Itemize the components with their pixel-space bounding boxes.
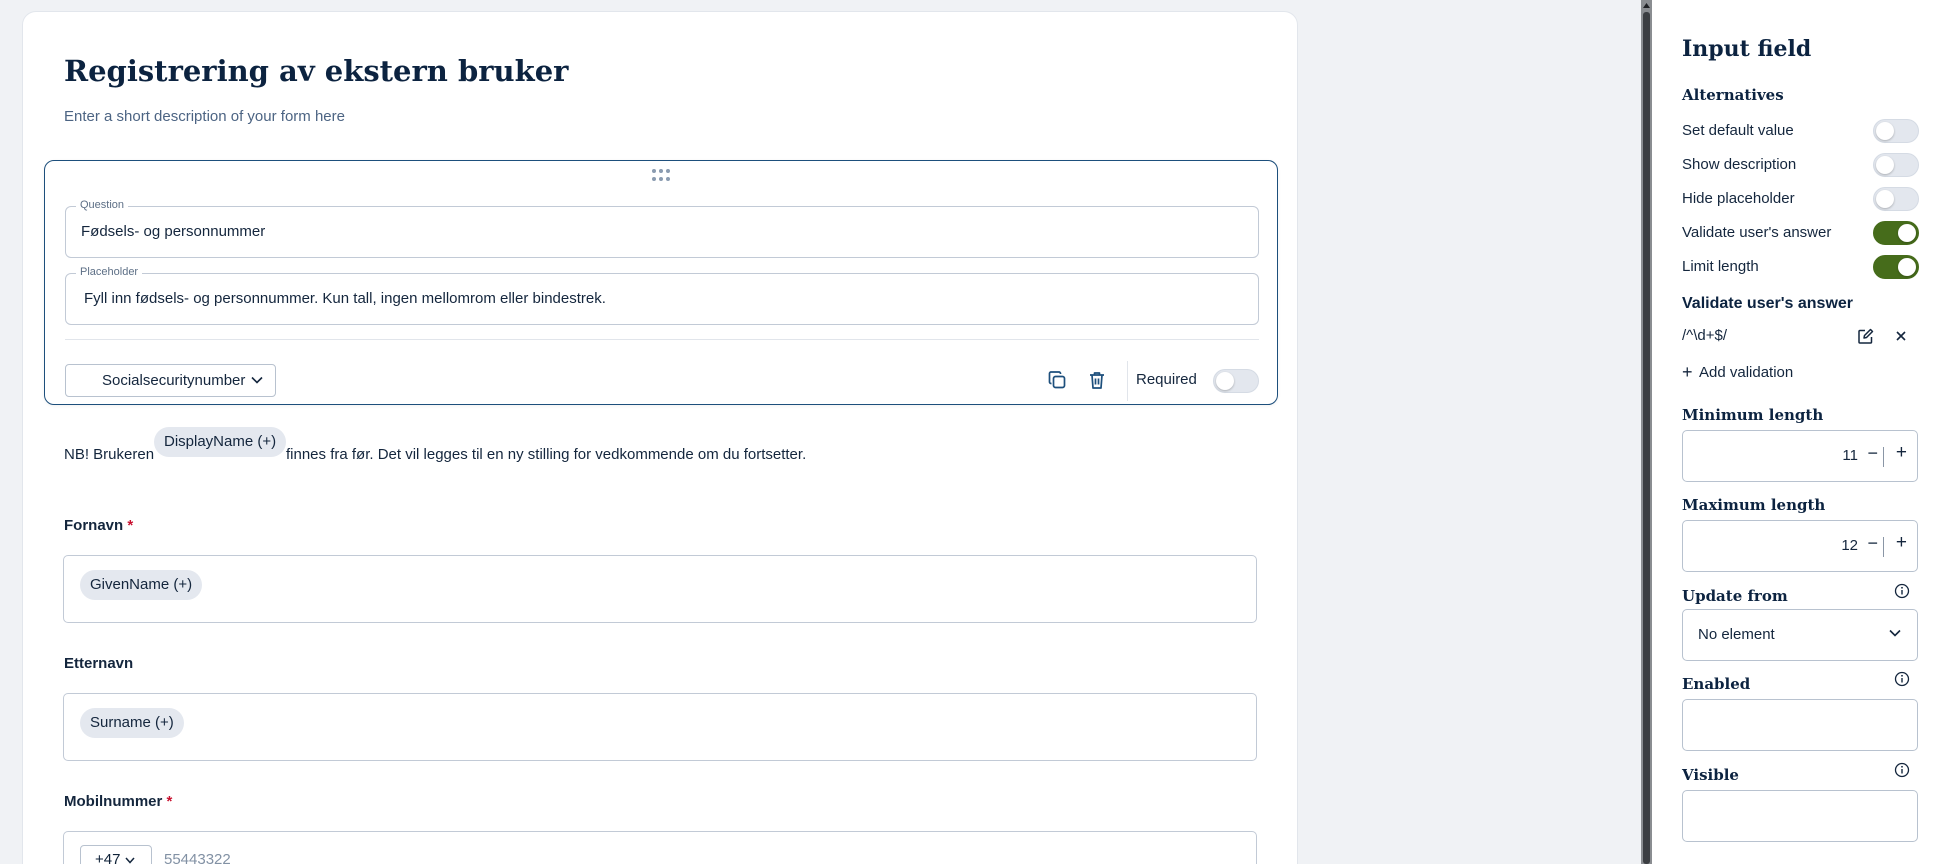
min-length-stepper[interactable]: 11 − + — [1682, 430, 1918, 482]
chevron-down-icon — [251, 376, 263, 384]
hide-placeholder-toggle[interactable] — [1873, 187, 1919, 211]
decrement-button[interactable]: − — [1867, 533, 1878, 554]
toggle-knob — [1216, 372, 1234, 390]
toolbar-divider — [1127, 361, 1128, 401]
toggle-knob — [1898, 258, 1916, 276]
notice-prefix: NB! Brukeren — [64, 446, 155, 463]
field-label-text: Etternavn — [64, 655, 134, 672]
form-description[interactable]: Enter a short description of your form h… — [64, 108, 345, 125]
edit-icon[interactable] — [1857, 328, 1874, 345]
info-icon[interactable] — [1894, 583, 1910, 599]
info-icon[interactable] — [1894, 671, 1910, 687]
toggle-knob — [1876, 122, 1894, 140]
country-code-select[interactable]: +47 — [80, 845, 152, 864]
update-from-value: No element — [1698, 626, 1775, 643]
decrement-button[interactable]: − — [1867, 443, 1878, 464]
form-title[interactable]: Registrering av ekstern bruker — [64, 54, 568, 88]
scroll-up-icon[interactable] — [1641, 0, 1652, 10]
placeholder-field[interactable]: Placeholder Fyll inn fødsels- og personn… — [65, 266, 1259, 325]
question-editor[interactable]: Question Fødsels- og personnummer Placeh… — [44, 160, 1278, 405]
field-label-text: Mobilnummer — [64, 793, 163, 810]
notice-suffix: finnes fra før. Det vil legges til en ny… — [286, 446, 807, 463]
etternavn-field[interactable]: Surname (+) — [63, 693, 1257, 761]
fornavn-field[interactable]: GivenName (+) — [63, 555, 1257, 623]
chevron-down-icon — [125, 857, 135, 864]
limit-length-toggle[interactable] — [1873, 255, 1919, 279]
duplicate-icon[interactable] — [1045, 368, 1069, 392]
stepper-divider — [1883, 447, 1884, 467]
editor-divider — [65, 339, 1259, 340]
drag-handle-icon[interactable] — [652, 169, 672, 183]
field-label-text: Fornavn — [64, 517, 124, 534]
option-label: Hide placeholder — [1682, 190, 1795, 207]
option-label: Limit length — [1682, 258, 1759, 275]
field-label-mobilnummer: Mobilnummer * — [64, 793, 172, 810]
field-label-etternavn: Etternavn — [64, 655, 133, 672]
min-length-value[interactable]: 11 — [1842, 447, 1858, 464]
close-icon[interactable] — [1895, 330, 1907, 342]
country-code-value: +47 — [95, 851, 121, 864]
stepper-divider — [1883, 537, 1884, 557]
question-value[interactable]: Fødsels- og personnummer — [81, 223, 265, 240]
required-toggle[interactable] — [1213, 369, 1259, 393]
alternatives-heading: Alternatives — [1682, 86, 1784, 104]
mobilnummer-field[interactable]: +47 55443322 — [63, 831, 1257, 864]
option-label: Validate user's answer — [1682, 224, 1832, 241]
field-label-fornavn: Fornavn * — [64, 517, 133, 534]
enabled-condition-field[interactable] — [1682, 699, 1918, 751]
update-from-label: Update from — [1682, 587, 1788, 605]
required-star: * — [127, 517, 134, 534]
trash-icon[interactable] — [1085, 368, 1109, 392]
min-length-label: Minimum length — [1682, 406, 1824, 424]
given-name-chip[interactable]: GivenName (+) — [80, 570, 203, 600]
chevron-down-icon — [1889, 629, 1901, 637]
validation-regex: /^\d+$/ — [1682, 327, 1727, 344]
max-length-label: Maximum length — [1682, 496, 1826, 514]
input-type-value: Socialsecuritynumber — [102, 372, 246, 389]
visible-condition-field[interactable] — [1682, 790, 1918, 842]
toggle-knob — [1898, 224, 1916, 242]
update-from-select[interactable]: No element — [1682, 609, 1918, 661]
visible-label: Visible — [1682, 766, 1739, 784]
increment-button[interactable]: + — [1896, 532, 1907, 554]
toggle-knob — [1876, 156, 1894, 174]
placeholder-legend: Placeholder — [76, 266, 143, 278]
question-legend: Question — [76, 199, 129, 211]
add-validation-button[interactable]: Add validation — [1699, 364, 1793, 381]
properties-panel: Input field Alternatives Set default val… — [1652, 0, 1934, 864]
required-label: Required — [1136, 371, 1197, 388]
scrollbar-thumb[interactable] — [1643, 12, 1650, 864]
option-label: Show description — [1682, 156, 1797, 173]
max-length-stepper[interactable]: 12 − + — [1682, 520, 1918, 572]
enabled-label: Enabled — [1682, 675, 1751, 693]
required-star: * — [166, 793, 173, 810]
validate-answer-toggle[interactable] — [1873, 221, 1919, 245]
option-label: Set default value — [1682, 122, 1794, 139]
phone-placeholder: 55443322 — [164, 851, 231, 864]
input-type-select[interactable]: Socialsecuritynumber — [65, 364, 276, 397]
toggle-knob — [1876, 190, 1894, 208]
question-field[interactable]: Question Fødsels- og personnummer — [65, 199, 1259, 258]
surname-chip[interactable]: Surname (+) — [80, 708, 184, 738]
max-length-value[interactable]: 12 — [1841, 537, 1858, 554]
display-name-chip[interactable]: DisplayName (+) — [154, 427, 287, 457]
set-default-value-toggle[interactable] — [1873, 119, 1919, 143]
plus-icon[interactable]: + — [1682, 362, 1693, 383]
increment-button[interactable]: + — [1896, 442, 1907, 464]
show-description-toggle[interactable] — [1873, 153, 1919, 177]
info-icon[interactable] — [1894, 762, 1910, 778]
panel-title: Input field — [1682, 36, 1812, 62]
validate-heading: Validate user's answer — [1682, 295, 1854, 312]
placeholder-value[interactable]: Fyll inn fødsels- og personnummer. Kun t… — [84, 290, 606, 307]
